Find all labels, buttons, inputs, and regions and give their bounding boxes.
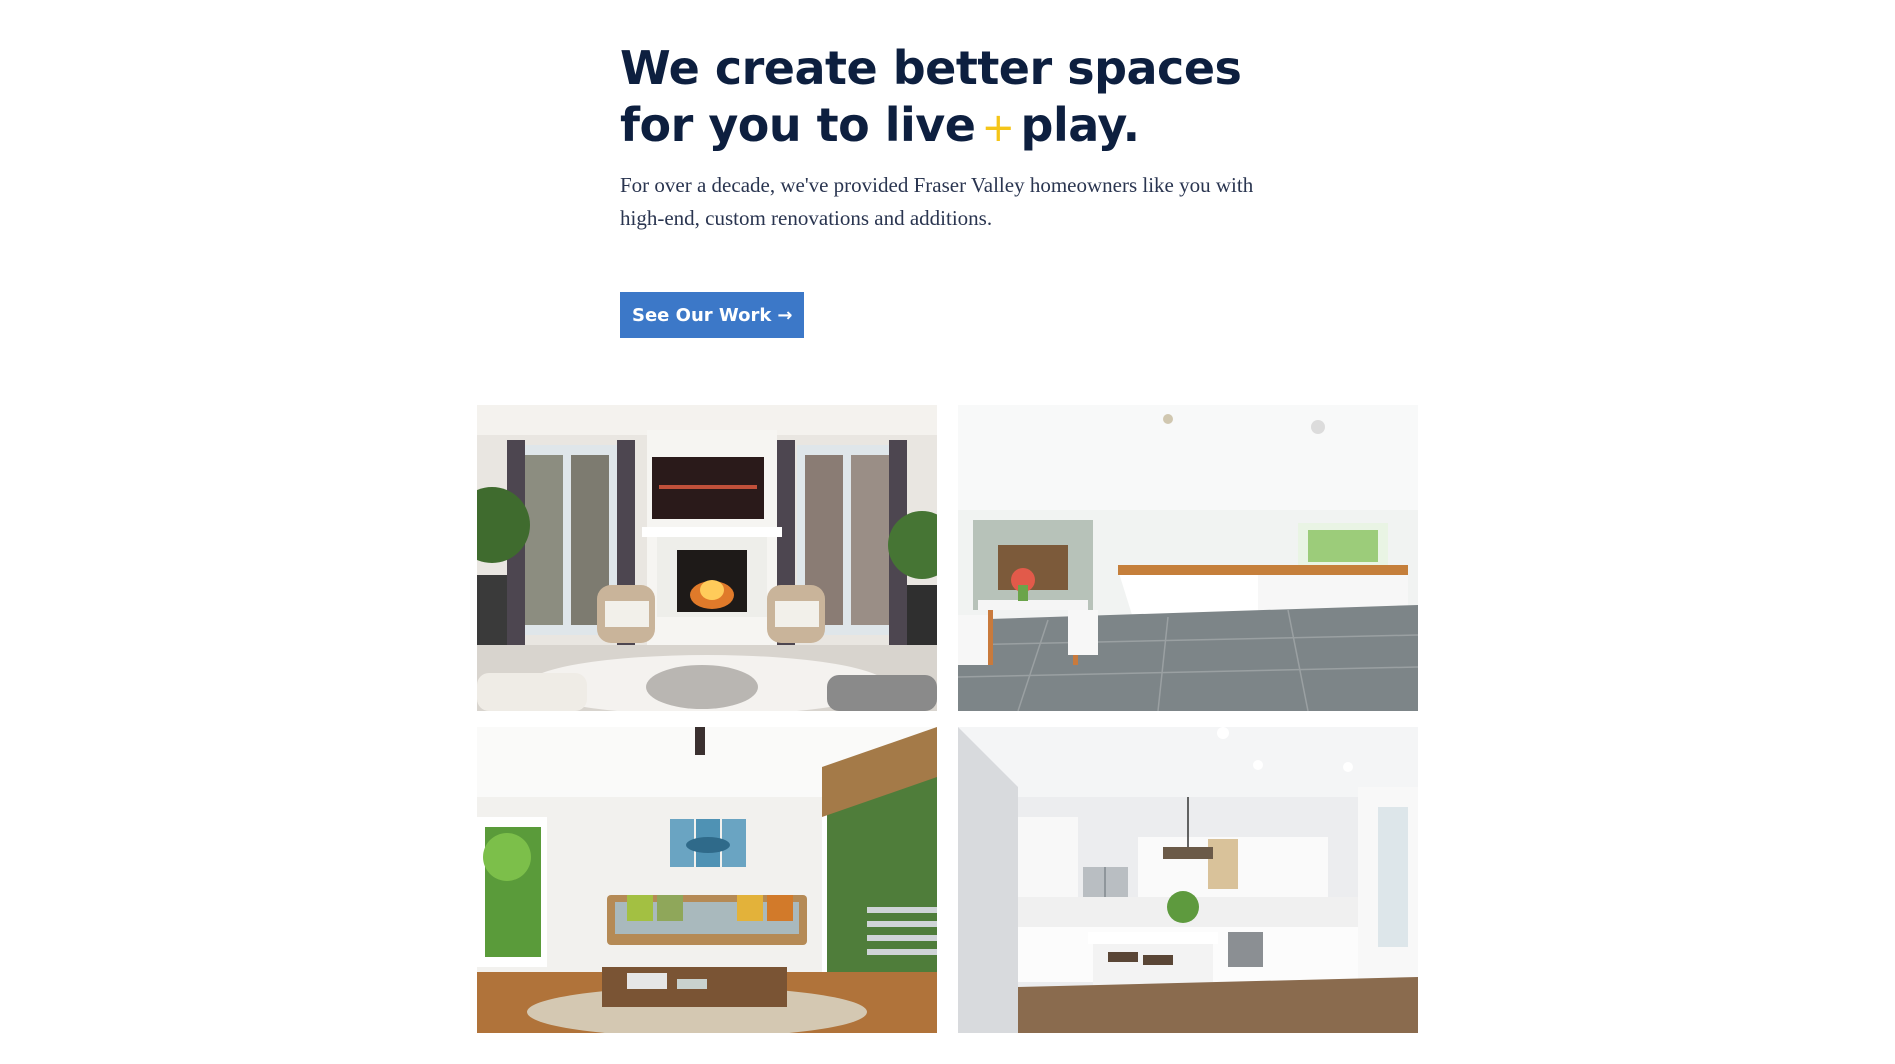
headline-part1: We create better spaces for you to live	[620, 41, 1242, 152]
see-our-work-label: See Our Work	[632, 304, 772, 326]
headline-part2: play.	[1020, 98, 1141, 152]
gallery-image-open-kitchen[interactable]	[958, 405, 1418, 711]
hero-subtext: For over a decade, we've provided Fraser…	[620, 173, 1254, 230]
page-headline: We create better spaces for you to live +…	[620, 40, 1320, 157]
hero-section: We create better spaces for you to live +…	[620, 40, 1320, 235]
gallery-image-white-kitchen[interactable]	[958, 727, 1418, 1033]
gallery-image-living-room[interactable]	[477, 405, 937, 711]
gallery-image-sunroom[interactable]	[477, 727, 937, 1033]
headline-plus-accent: +	[981, 105, 1016, 151]
see-our-work-button[interactable]: See Our Work →	[620, 292, 805, 338]
arrow-right-icon: →	[777, 304, 793, 326]
